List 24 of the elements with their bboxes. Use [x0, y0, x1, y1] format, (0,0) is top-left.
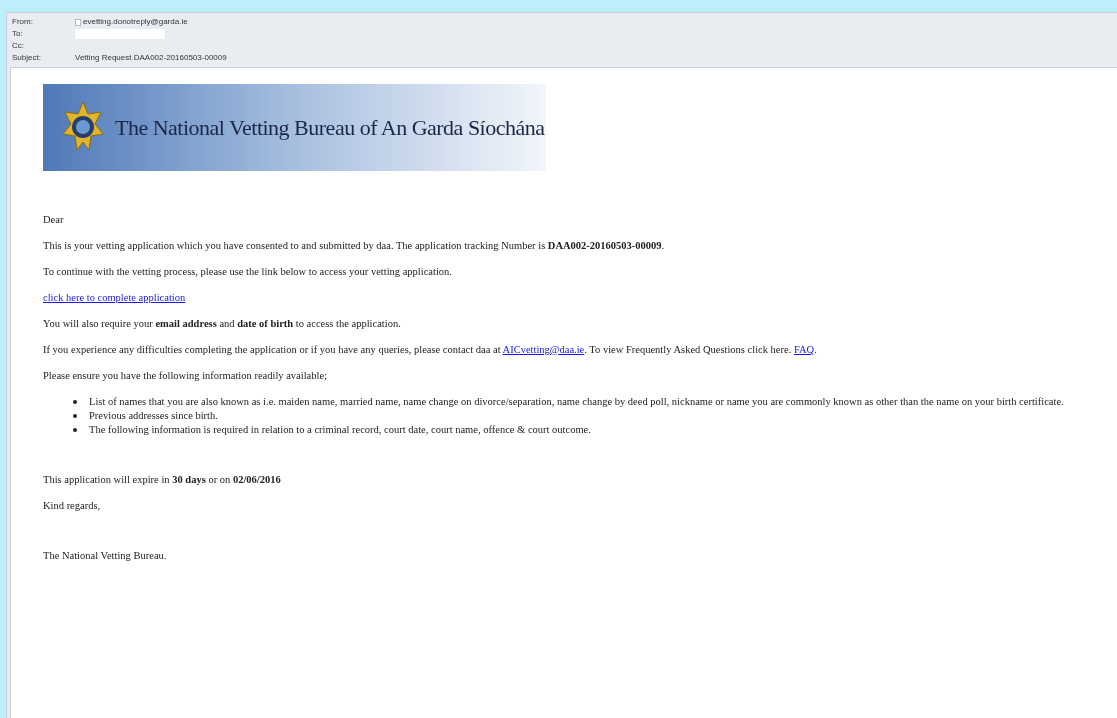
paragraph: Kind regards,: [43, 499, 102, 513]
paragraph: To continue with the vetting process, please use the link below to access your vetting application.: [43, 265, 453, 279]
paragraph: Dear: [43, 213, 65, 227]
list-item: Previous addresses since birth.: [89, 409, 218, 423]
header-label: Subject:: [12, 52, 42, 64]
paragraph: This application will expire in 30 days or on 02/06/2016: [43, 473, 282, 487]
list-item: List of names that you are also known as i.e. maiden name, married name, name change on divorce/separation, name change by deed poll, nickname or name you are commonly known as other than the name on your birth certificate.: [89, 395, 1064, 409]
link[interactable]: click here to complete application: [43, 292, 186, 303]
header-label: From:: [12, 16, 34, 28]
paragraph: The National Vetting Bureau.: [43, 549, 168, 563]
paragraph: This is your vetting application which you have consented to and submitted by daa. The application tracking Number is DAA002-20160503-00009.: [43, 239, 666, 253]
banner-title: The National Vetting Bureau of An Garda Síochána: [115, 114, 545, 142]
bullet-icon: [73, 414, 77, 418]
contact-icon: [75, 18, 81, 26]
header-label: Cc:: [12, 40, 25, 52]
paragraph: You will also require your email address and date of birth to access the application.: [43, 317, 402, 331]
list-item: The following information is required in relation to a criminal record, court date, court name, offence & court outcome.: [89, 423, 591, 437]
bullet-icon: [73, 428, 77, 432]
subject-text: Vetting Request DAA002-20160503-00009: [75, 52, 227, 64]
paragraph: Please ensure you have the following information readily available;: [43, 369, 328, 383]
bullet-icon: [73, 400, 77, 404]
header-label: To:: [12, 28, 24, 40]
paragraph: If you experience any difficulties completing the application or if you have any queries, please contact daa at AICvetting@daa.ie. To view Frequently Asked Questions click here. FAQ.: [43, 343, 818, 357]
sender-address[interactable]: evetting.donotreply@garda.ie: [83, 16, 188, 28]
